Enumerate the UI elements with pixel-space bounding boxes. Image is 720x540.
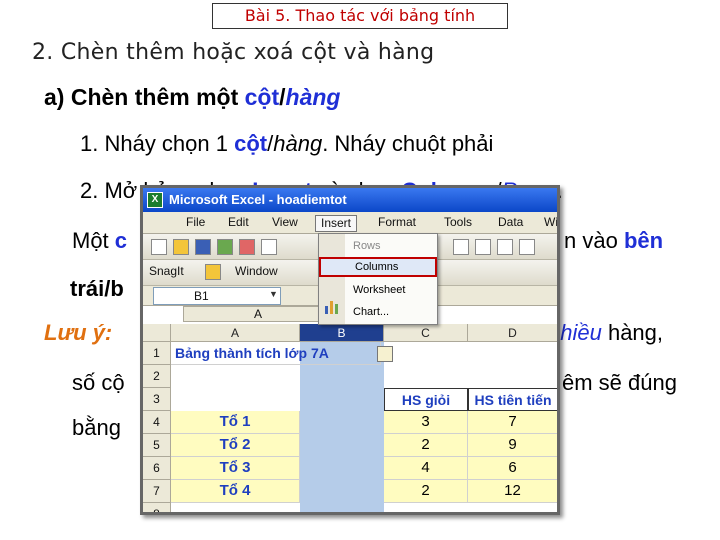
step-1-after: . Nháy chuột phải bbox=[322, 131, 494, 156]
note-label: Lưu ý: bbox=[44, 320, 113, 345]
row-header[interactable]: 7 bbox=[143, 480, 171, 503]
column-header-small: A bbox=[183, 306, 333, 322]
line-3-left: Một c bbox=[72, 228, 127, 254]
cell-c3[interactable]: HS giỏi bbox=[384, 388, 468, 411]
subheading-row: hàng bbox=[285, 84, 341, 110]
section-heading: 2. Chèn thêm hoặc xoá cột và hàng bbox=[32, 40, 435, 65]
excel-title: Microsoft Excel - hoadiemtot bbox=[169, 192, 347, 207]
row-header[interactable]: 3 bbox=[143, 388, 171, 411]
snagit-button[interactable]: SnagIt bbox=[149, 264, 184, 278]
menu-window[interactable]: Wi bbox=[539, 215, 557, 232]
line-6-left: số cộ bbox=[72, 370, 125, 395]
cell-a1[interactable]: Bảng thành tích lớp 7A bbox=[171, 342, 381, 365]
snagit-capture-icon[interactable] bbox=[205, 264, 221, 280]
cell-d5[interactable]: 9 bbox=[468, 434, 557, 457]
save-icon[interactable] bbox=[195, 239, 211, 255]
subheading-prefix: a) Chèn thêm một bbox=[44, 84, 245, 110]
line-3-left-bold: c bbox=[114, 228, 128, 253]
new-file-icon[interactable] bbox=[151, 239, 167, 255]
menu-item-rows[interactable]: Rows bbox=[319, 236, 437, 256]
preview-icon[interactable] bbox=[239, 239, 255, 255]
row-header[interactable]: 8 bbox=[143, 503, 171, 512]
row-header[interactable]: 1 bbox=[143, 342, 171, 365]
line-3-right-text: n vào bbox=[564, 228, 624, 253]
cell-c4[interactable]: 3 bbox=[384, 411, 468, 434]
subheading-col: cột bbox=[244, 84, 280, 110]
menu-view[interactable]: View bbox=[267, 215, 303, 232]
menu-data[interactable]: Data bbox=[493, 215, 528, 232]
row-header[interactable]: 5 bbox=[143, 434, 171, 457]
sort-icon[interactable] bbox=[475, 239, 491, 255]
chevron-down-icon[interactable]: ▼ bbox=[269, 289, 278, 299]
cell-d3[interactable]: HS tiên tiến bbox=[468, 388, 557, 411]
line-6-right: êm sẽ đúng bbox=[562, 370, 677, 395]
corner-cell[interactable] bbox=[143, 324, 171, 342]
column-header-c[interactable]: C bbox=[384, 324, 468, 342]
paste-options-icon[interactable] bbox=[377, 346, 393, 362]
note-right: nhiều hàng, bbox=[548, 320, 663, 346]
column-header-b[interactable]: B bbox=[300, 324, 384, 342]
row-header[interactable]: 6 bbox=[143, 457, 171, 480]
insert-menu-dropdown: Rows Columns Worksheet Chart... bbox=[318, 233, 438, 325]
row-header[interactable]: 4 bbox=[143, 411, 171, 434]
cell-c5[interactable]: 2 bbox=[384, 434, 468, 457]
chart-icon bbox=[325, 300, 339, 314]
row-header[interactable]: 2 bbox=[143, 365, 171, 388]
cell-a6[interactable]: Tổ 3 bbox=[171, 457, 300, 480]
menu-file[interactable]: File bbox=[181, 215, 210, 232]
line-3-right-bold: bên bbox=[623, 228, 664, 253]
menu-format[interactable]: Format bbox=[373, 215, 421, 232]
step-1: 1. Nháy chọn 1 cột/hàng. Nháy chuột phải bbox=[80, 131, 493, 157]
menu-item-columns[interactable]: Columns bbox=[319, 257, 437, 277]
step-1-col: cột bbox=[234, 131, 268, 156]
slide-title: Bài 5. Thao tác với bảng tính bbox=[212, 3, 508, 29]
excel-menubar: File Edit View Insert Format Tools Data … bbox=[143, 212, 557, 234]
column-header-d[interactable]: D bbox=[468, 324, 557, 342]
cell-a4[interactable]: Tổ 1 bbox=[171, 411, 300, 434]
excel-title-bar: X Microsoft Excel - hoadiemtot bbox=[143, 188, 557, 212]
excel-window: X Microsoft Excel - hoadiemtot File Edit… bbox=[140, 185, 560, 515]
line-3-left-text: Một bbox=[72, 228, 115, 253]
step-1-text: 1. Nháy chọn 1 bbox=[80, 131, 235, 156]
menu-edit[interactable]: Edit bbox=[223, 215, 254, 232]
note-right-text: hàng, bbox=[601, 320, 664, 345]
window-label[interactable]: Window bbox=[235, 264, 278, 278]
step-1-row: hàng bbox=[273, 131, 323, 156]
spelling-icon[interactable] bbox=[261, 239, 277, 255]
name-box[interactable]: B1 bbox=[153, 287, 281, 305]
line-7-left: bằng bbox=[72, 415, 121, 440]
cell-c7[interactable]: 2 bbox=[384, 480, 468, 503]
cell-a5[interactable]: Tổ 2 bbox=[171, 434, 300, 457]
help-icon[interactable] bbox=[519, 239, 535, 255]
line-4: trái/b bbox=[70, 276, 124, 301]
autosum-icon[interactable] bbox=[453, 239, 469, 255]
subheading: a) Chèn thêm một cột/hàng bbox=[44, 84, 340, 111]
cell-d4[interactable]: 7 bbox=[468, 411, 557, 434]
cell-d6[interactable]: 6 bbox=[468, 457, 557, 480]
menu-item-worksheet[interactable]: Worksheet bbox=[319, 280, 437, 300]
cell-d7[interactable]: 12 bbox=[468, 480, 557, 503]
chart-wizard-icon[interactable] bbox=[497, 239, 513, 255]
column-header-a[interactable]: A bbox=[171, 324, 300, 342]
cell-c6[interactable]: 4 bbox=[384, 457, 468, 480]
excel-logo-icon: X bbox=[147, 192, 163, 208]
selected-column-b[interactable] bbox=[300, 342, 384, 512]
line-3-right: n vào bên bbox=[564, 228, 663, 254]
cell-a7[interactable]: Tổ 4 bbox=[171, 480, 300, 503]
menu-insert[interactable]: Insert bbox=[315, 215, 358, 232]
print-icon[interactable] bbox=[217, 239, 233, 255]
menu-tools[interactable]: Tools bbox=[439, 215, 477, 232]
open-folder-icon[interactable] bbox=[173, 239, 189, 255]
